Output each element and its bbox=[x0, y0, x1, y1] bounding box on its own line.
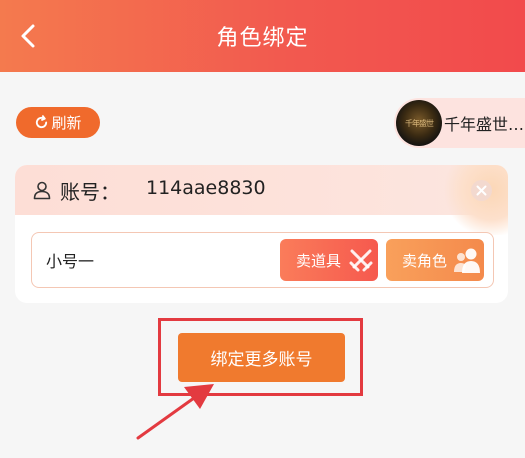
crossed-swords-icon bbox=[349, 249, 373, 272]
card-decoration bbox=[443, 165, 508, 235]
server-name: 千年盛世… bbox=[444, 115, 525, 134]
server-selector[interactable]: 千年盛世 千年盛世… bbox=[394, 98, 525, 148]
server-avatar-caption: 千年盛世 bbox=[405, 119, 434, 128]
account-card-header: 账号： 114aae8830 bbox=[15, 165, 508, 235]
server-avatar: 千年盛世 bbox=[396, 100, 442, 146]
unbind-button[interactable] bbox=[471, 180, 492, 201]
users-icon bbox=[454, 248, 480, 273]
bind-more-accounts-button[interactable]: 绑定更多账号 bbox=[178, 333, 345, 382]
sell-item-label: 卖道具 bbox=[296, 252, 342, 270]
refresh-button[interactable]: 刷新 bbox=[16, 107, 100, 138]
sell-role-label: 卖角色 bbox=[402, 252, 448, 270]
refresh-icon bbox=[36, 115, 48, 129]
sell-item-button[interactable]: 卖道具 bbox=[280, 239, 378, 281]
header-bar: 角色绑定 bbox=[0, 0, 525, 72]
role-name: 小号一 bbox=[46, 252, 95, 271]
role-row: 小号一 卖道具 卖角色 bbox=[31, 232, 494, 288]
page-title: 角色绑定 bbox=[216, 26, 309, 51]
account-label: 账号： bbox=[60, 180, 120, 204]
close-icon bbox=[476, 185, 487, 196]
account-value: 114aae8830 bbox=[146, 177, 266, 199]
sell-role-button[interactable]: 卖角色 bbox=[386, 239, 484, 281]
account-card: 账号： 114aae8830 小号一 卖道具 卖角色 bbox=[15, 165, 508, 303]
refresh-label: 刷新 bbox=[51, 114, 82, 132]
user-icon bbox=[33, 181, 51, 200]
